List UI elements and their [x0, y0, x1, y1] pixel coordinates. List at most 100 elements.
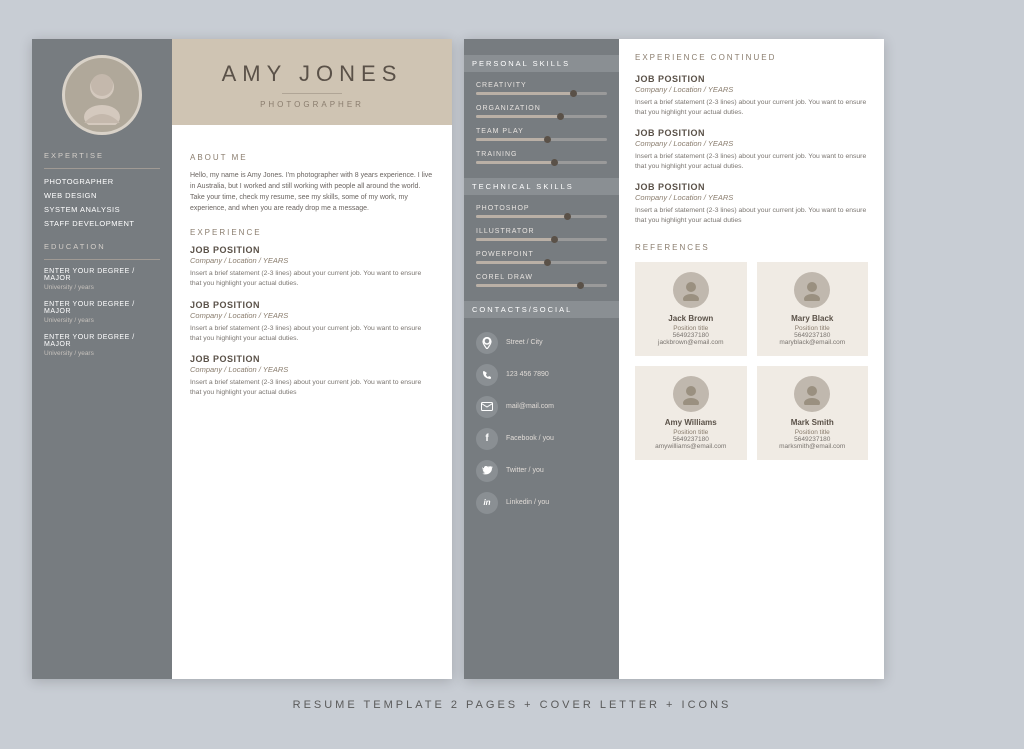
job-desc: Insert a brief statement (2-3 lines) abo… — [190, 324, 434, 344]
skill-dot — [557, 113, 564, 120]
technical-skills-title: TECHNICAL SKILLS — [464, 178, 619, 195]
exp-cont-title: EXPERIENCE CONTINUED — [635, 53, 868, 62]
expertise-list: PHOTOGRAPHER WEB DESIGN SYSTEM ANALYSIS … — [44, 177, 160, 228]
job-title: JOB POSITION — [635, 128, 868, 138]
ref-phone: 5649237180 — [767, 436, 859, 443]
name-divider — [282, 93, 342, 94]
job-company: Company / Location / YEARS — [635, 85, 868, 94]
ref-position: Position title — [645, 325, 737, 332]
job-title: JOB POSITION — [190, 354, 434, 364]
technical-skills-list: PHOTOSHOP ILLUSTRATOR POWERPOINT — [476, 205, 607, 287]
ref-email: jackbrown@email.com — [645, 339, 737, 346]
location-icon — [476, 332, 498, 354]
contact-address: Street / City — [506, 339, 543, 346]
education-divider — [44, 259, 160, 260]
job-company: Company / Location / YEARS — [190, 311, 434, 320]
skill-fill — [476, 161, 555, 164]
page2-sidebar: PERSONAL SKILLS CREATIVITY ORGANIZATION — [464, 39, 619, 679]
edu-degree: ENTER YOUR DEGREE / MAJOR — [44, 334, 160, 348]
contact-item: mail@mail.com — [476, 396, 607, 418]
job-title: JOB POSITION — [190, 245, 434, 255]
skill-bar — [476, 92, 607, 95]
ref-position: Position title — [767, 325, 859, 332]
skill-bar — [476, 161, 607, 164]
skill-dot — [570, 90, 577, 97]
email-icon — [476, 396, 498, 418]
page1-sidebar: EXPERTISE PHOTOGRAPHER WEB DESIGN SYSTEM… — [32, 39, 172, 679]
skill-dot — [577, 282, 584, 289]
contact-phone: 123 456 7890 — [506, 371, 549, 378]
skill-fill — [476, 284, 581, 287]
ref-card: Jack Brown Position title 5649237180 jac… — [635, 262, 747, 356]
skill-item: ILLUSTRATOR — [476, 228, 607, 241]
ref-card: Mark Smith Position title 5649237180 mar… — [757, 366, 869, 460]
skill-name: CREATIVITY — [476, 82, 607, 89]
skill-dot — [544, 136, 551, 143]
skill-fill — [476, 138, 548, 141]
exp-cont-list: JOB POSITION Company / Location / YEARS … — [635, 74, 868, 227]
ref-phone: 5649237180 — [767, 332, 859, 339]
skill-name: COREL DRAW — [476, 274, 607, 281]
skill-fill — [476, 261, 548, 264]
skill-dot — [551, 159, 558, 166]
ref-name: Amy Williams — [645, 418, 737, 427]
edu-item: ENTER YOUR DEGREE / MAJOR University / y… — [44, 301, 160, 324]
avatar — [62, 55, 142, 135]
job-desc: Insert a brief statement (2-3 lines) abo… — [635, 152, 868, 172]
skill-dot — [551, 236, 558, 243]
page1-header: AMY JONES PHOTOGRAPHER — [172, 39, 452, 125]
expertise-divider — [44, 168, 160, 169]
skill-fill — [476, 215, 568, 218]
ref-card: Amy Williams Position title 5649237180 a… — [635, 366, 747, 460]
personal-skills-title: PERSONAL SKILLS — [464, 55, 619, 72]
skill-bar — [476, 261, 607, 264]
edu-degree: ENTER YOUR DEGREE / MAJOR — [44, 268, 160, 282]
skill-fill — [476, 92, 574, 95]
skill-item: TEAM PLAY — [476, 128, 607, 141]
edu-item: ENTER YOUR DEGREE / MAJOR University / y… — [44, 334, 160, 357]
skill-item: POWERPOINT — [476, 251, 607, 264]
edu-institution: University / years — [44, 317, 160, 324]
skill-bar — [476, 238, 607, 241]
ref-name: Mark Smith — [767, 418, 859, 427]
job-company: Company / Location / YEARS — [190, 365, 434, 374]
contact-item: f Facebook / you — [476, 428, 607, 450]
about-text: Hello, my name is Amy Jones. I'm photogr… — [190, 170, 434, 215]
contacts-list: Street / City 123 456 7890 mail@mail.com — [476, 332, 607, 514]
skill-name: ORGANIZATION — [476, 105, 607, 112]
expertise-item: STAFF DEVELOPMENT — [44, 219, 160, 228]
bottom-tagline: RESUME TEMPLATE 2 PAGES + COVER LETTER +… — [293, 699, 732, 711]
contact-facebook: Facebook / you — [506, 435, 554, 442]
ref-position: Position title — [645, 429, 737, 436]
resume-container: EXPERTISE PHOTOGRAPHER WEB DESIGN SYSTEM… — [32, 39, 992, 679]
ref-name: Jack Brown — [645, 314, 737, 323]
skill-name: POWERPOINT — [476, 251, 607, 258]
skill-bar — [476, 138, 607, 141]
contacts-title: CONTACTS/SOCIAL — [464, 301, 619, 318]
skill-item: CREATIVITY — [476, 82, 607, 95]
ref-avatar — [794, 376, 830, 412]
ref-avatar — [673, 272, 709, 308]
skill-name: TRAINING — [476, 151, 607, 158]
phone-icon — [476, 364, 498, 386]
candidate-title: PHOTOGRAPHER — [192, 100, 432, 109]
expertise-item: SYSTEM ANALYSIS — [44, 205, 160, 214]
page1-content: AMY JONES PHOTOGRAPHER ABOUT ME Hello, m… — [172, 39, 452, 679]
contact-item: Street / City — [476, 332, 607, 354]
ref-avatar — [673, 376, 709, 412]
page1-main: ABOUT ME Hello, my name is Amy Jones. I'… — [172, 125, 452, 423]
ref-email: amywilliams@email.com — [645, 443, 737, 450]
skill-bar — [476, 215, 607, 218]
contact-item: 123 456 7890 — [476, 364, 607, 386]
references-grid: Jack Brown Position title 5649237180 jac… — [635, 262, 868, 460]
ref-position: Position title — [767, 429, 859, 436]
expertise-item: PHOTOGRAPHER — [44, 177, 160, 186]
ref-avatar — [794, 272, 830, 308]
candidate-name: AMY JONES — [192, 61, 432, 87]
expertise-item: WEB DESIGN — [44, 191, 160, 200]
skill-dot — [564, 213, 571, 220]
twitter-icon — [476, 460, 498, 482]
skill-fill — [476, 238, 555, 241]
skill-item: TRAINING — [476, 151, 607, 164]
contact-linkedin: Linkedin / you — [506, 499, 549, 506]
